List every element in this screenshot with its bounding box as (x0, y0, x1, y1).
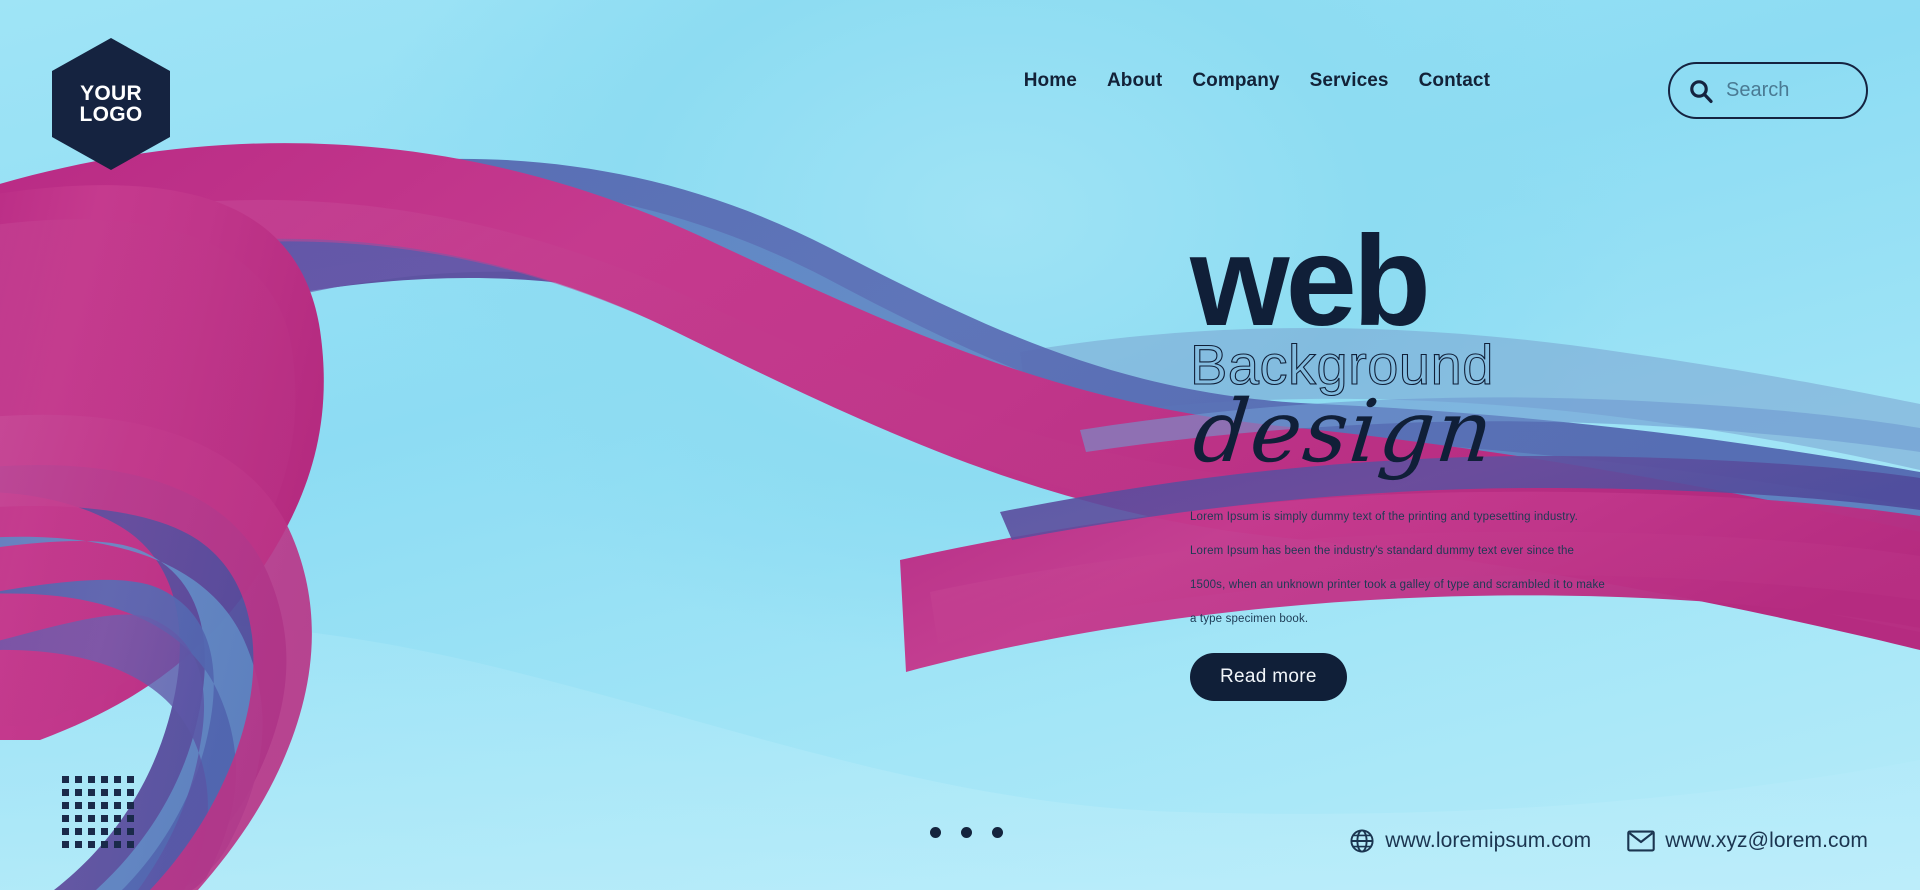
dot-grid-cell (88, 815, 95, 822)
dot-grid-cell (101, 802, 108, 809)
contact-website[interactable]: www.loremipsum.com (1349, 828, 1591, 854)
dot-grid-cell (88, 802, 95, 809)
dot-grid-cell (75, 841, 82, 848)
logo-text: YOUR LOGO (79, 81, 143, 126)
search-input[interactable] (1726, 79, 1848, 102)
dot-grid-cell (75, 828, 82, 835)
hero-landing-page: YOUR LOGO Home About Company Services Co… (0, 0, 1920, 890)
dot-grid-cell (127, 789, 134, 796)
carousel-dot[interactable] (992, 827, 1003, 838)
hero-title-primary: web (1190, 210, 1431, 353)
dot-grid-cell (127, 776, 134, 783)
dot-grid-cell (62, 776, 69, 783)
carousel-dot[interactable] (930, 827, 941, 838)
dot-grid-cell (88, 789, 95, 796)
dot-grid-cell (101, 776, 108, 783)
main-navigation: Home About Company Services Contact (1024, 70, 1490, 92)
dot-grid-cell (127, 828, 134, 835)
dot-grid-cell (88, 776, 95, 783)
dot-grid-cell (127, 802, 134, 809)
dot-grid-cell (62, 815, 69, 822)
hero-content: web Background design Lorem Ipsum is sim… (1189, 210, 1890, 701)
globe-icon (1350, 829, 1374, 853)
dot-grid-cell (114, 802, 121, 809)
read-more-button[interactable]: Read more (1190, 652, 1347, 701)
dot-grid-cell (75, 789, 82, 796)
logo-line-1: YOUR (80, 81, 142, 105)
hero-paragraph: Lorem Ipsum is simply dummy text of the … (1190, 510, 1605, 625)
nav-item-home[interactable]: Home (1024, 70, 1077, 92)
dot-grid-cell (62, 828, 69, 835)
website-label: www.loremipsum.com (1385, 829, 1592, 852)
dot-grid-cell (62, 789, 69, 796)
dot-grid-cell (114, 776, 121, 783)
contact-email[interactable]: www.xyz@lorem.com (1627, 829, 1868, 853)
nav-item-services[interactable]: Services (1310, 70, 1389, 92)
dot-grid-cell (127, 815, 134, 822)
dot-grid-cell (62, 841, 69, 848)
dot-grid-cell (101, 815, 108, 822)
footer-contacts: www.loremipsum.com www.xyz@lorem.com (1349, 828, 1868, 854)
dot-grid-cell (114, 828, 121, 835)
dot-grid-decoration (62, 776, 134, 848)
nav-item-about[interactable]: About (1107, 70, 1162, 92)
dot-grid-cell (75, 815, 82, 822)
dot-grid-cell (88, 841, 95, 848)
hero-title-script: design (1188, 381, 1500, 482)
dot-grid-cell (114, 815, 121, 822)
dot-grid-cell (101, 789, 108, 796)
envelope-icon (1627, 830, 1656, 852)
dot-grid-cell (101, 828, 108, 835)
search-icon (1690, 79, 1713, 103)
dot-grid-cell (114, 841, 121, 848)
carousel-indicator[interactable] (930, 827, 1003, 838)
carousel-dot[interactable] (961, 827, 972, 838)
dot-grid-cell (127, 841, 134, 848)
dot-grid-cell (75, 802, 82, 809)
dot-grid-cell (88, 828, 95, 835)
dot-grid-cell (62, 802, 69, 809)
site-header: YOUR LOGO Home About Company Services Co… (0, 0, 1920, 180)
dot-grid-cell (101, 841, 108, 848)
nav-item-company[interactable]: Company (1192, 70, 1279, 92)
logo[interactable]: YOUR LOGO (52, 38, 170, 170)
nav-item-contact[interactable]: Contact (1419, 70, 1490, 92)
dot-grid-cell (114, 789, 121, 796)
email-label: www.xyz@lorem.com (1665, 829, 1868, 852)
logo-line-2: LOGO (79, 103, 143, 126)
search-box[interactable] (1668, 62, 1868, 119)
dot-grid-cell (75, 776, 82, 783)
